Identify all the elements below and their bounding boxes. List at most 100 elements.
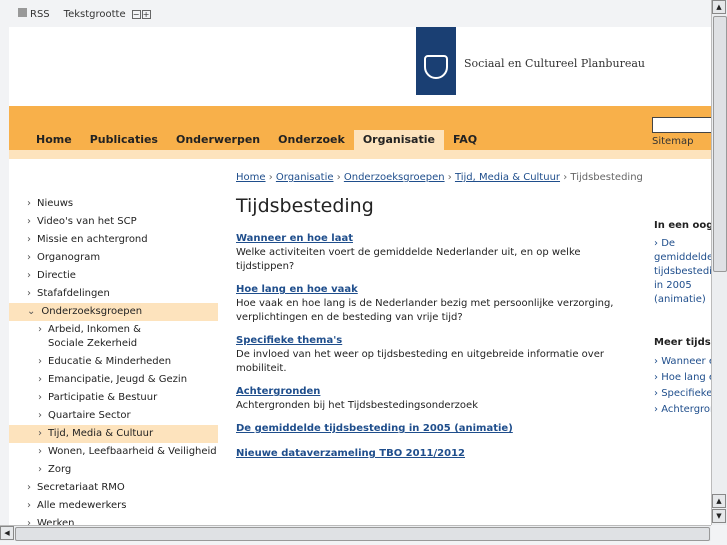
- chevron-icon: ›: [268, 172, 273, 183]
- more-links: › Wanneer en hoe laat› Hoe lang en hoe v…: [654, 354, 711, 418]
- sidebar-item-label: Arbeid, Inkomen & Sociale Zekerheid: [48, 324, 141, 349]
- section-text: Achtergronden bij het Tijdsbestedingsond…: [236, 400, 478, 411]
- section-link[interactable]: Hoe lang en hoe vaak: [236, 284, 636, 295]
- sidebar-item[interactable]: › Stafafdelingen: [9, 285, 218, 303]
- sidebar-item[interactable]: › Missie en achtergrond: [9, 231, 218, 249]
- tab-onderwerpen[interactable]: Onderwerpen: [167, 130, 269, 150]
- breadcrumb-link[interactable]: Home: [236, 172, 266, 183]
- sidebar-item[interactable]: › Organogram: [9, 249, 218, 267]
- sidebar-item-label: Quartaire Sector: [48, 410, 131, 421]
- section-link[interactable]: Wanneer en hoe laat: [236, 233, 636, 244]
- glance-heading: In een oogopslag: [654, 220, 711, 231]
- sidebar-item-label: Organogram: [37, 252, 101, 263]
- search-input[interactable]: [652, 117, 711, 133]
- more-link[interactable]: › Wanneer en hoe laat: [654, 354, 711, 370]
- rss-link[interactable]: RSS: [18, 8, 50, 20]
- more-link[interactable]: › Specifieke thema's: [654, 386, 711, 402]
- section-link[interactable]: De gemiddelde tijdsbesteding in 2005 (an…: [236, 423, 636, 434]
- more-link[interactable]: › Hoe lang en hoe vaak: [654, 370, 711, 386]
- tab-organisatie[interactable]: Organisatie: [353, 130, 444, 150]
- chevron-right-icon: ›: [27, 270, 31, 281]
- sidebar-item[interactable]: › Educatie & Minderheden: [9, 353, 218, 371]
- sidebar: › Nieuws › Video's van het SCP › Missie en ac…: [9, 195, 218, 525]
- sidebar-item-label: Directie: [37, 270, 76, 281]
- section-text: Welke activiteiten voert de gemiddelde N…: [236, 247, 581, 272]
- main-nav: Home Publicaties Onderwerpen Onderzoek Organ…: [27, 130, 486, 150]
- text-smaller-button[interactable]: −: [131, 9, 141, 19]
- chevron-right-icon: ›: [38, 374, 42, 385]
- page: Sociaal en Cultureel Planbureau Home Publ…: [9, 27, 711, 525]
- chevron-right-icon: ›: [38, 392, 42, 403]
- sidebar-item-label: Tijd, Media & Cultuur: [48, 428, 154, 439]
- tab-publicaties[interactable]: Publicaties: [81, 130, 167, 150]
- sidebar-item[interactable]: › Arbeid, Inkomen & Sociale Zekerheid: [9, 321, 218, 353]
- sidebar-item-label: Participatie & Bestuur: [48, 392, 158, 403]
- breadcrumb-link[interactable]: Onderzoeksgroepen: [344, 172, 445, 183]
- tab-home[interactable]: Home: [27, 130, 81, 150]
- chevron-right-icon: ›: [38, 410, 42, 421]
- scroll-left-button[interactable]: ◀: [0, 526, 14, 540]
- scroll-down-button[interactable]: ▼: [712, 509, 726, 523]
- chevron-down-icon: ⌄: [27, 306, 36, 317]
- chevron-right-icon: ›: [27, 482, 31, 493]
- horizontal-scroll-thumb[interactable]: [15, 527, 710, 541]
- link-label: Hoe lang en hoe vaak: [661, 372, 711, 383]
- section-link[interactable]: Nieuwe dataverzameling TBO 2011/2012: [236, 448, 636, 459]
- glance-link[interactable]: › De gemiddelde tijdsbesteding in 2005 (…: [654, 237, 711, 307]
- chevron-right-icon: ›: [27, 518, 31, 525]
- crest-icon: [424, 55, 448, 79]
- link-label: Wanneer en hoe laat: [661, 356, 711, 367]
- text-size-label: Tekstgrootte: [63, 8, 126, 20]
- scroll-up-button-2[interactable]: ▲: [712, 494, 726, 508]
- sidebar-item[interactable]: ⌄ Onderzoeksgroepen: [9, 303, 218, 321]
- chevron-right-icon: ›: [38, 428, 42, 439]
- logo[interactable]: [416, 27, 456, 95]
- sidebar-item[interactable]: › Zorg: [9, 461, 218, 479]
- sidebar-item[interactable]: › Nieuws: [9, 195, 218, 213]
- sidebar-item-label: Werken: [37, 518, 75, 525]
- chevron-right-icon: ›: [27, 216, 31, 227]
- sitemap-link[interactable]: Sitemap: [652, 136, 693, 147]
- sidebar-item[interactable]: › Secretariaat RMO: [9, 479, 218, 497]
- vertical-scroll-thumb[interactable]: [713, 16, 727, 272]
- top-toolbar: RSS Tekstgrootte − +: [18, 8, 151, 20]
- scroll-up-button[interactable]: ▲: [712, 0, 726, 14]
- link-label: Achtergronden: [661, 404, 711, 415]
- chevron-right-icon: ›: [27, 198, 31, 209]
- sidebar-item[interactable]: › Video's van het SCP: [9, 213, 218, 231]
- sidebar-item-label: Educatie & Minderheden: [48, 356, 172, 367]
- page-title: Tijdsbesteding: [236, 195, 374, 217]
- tab-onderzoek[interactable]: Onderzoek: [269, 130, 354, 150]
- sidebar-item[interactable]: › Emancipatie, Jeugd & Gezin: [9, 371, 218, 389]
- chevron-right-icon: ›: [27, 288, 31, 299]
- tab-faq[interactable]: FAQ: [444, 130, 486, 150]
- text-larger-button[interactable]: +: [141, 9, 151, 19]
- vertical-scrollbar[interactable]: ▲ ▲ ▼: [711, 0, 727, 525]
- section-link[interactable]: Specifieke thema's: [236, 335, 636, 346]
- sidebar-item[interactable]: › Wonen, Leefbaarheid & Veiligheid: [9, 443, 218, 461]
- link-label: De gemiddelde tijdsbesteding in 2005 (an…: [654, 238, 711, 305]
- breadcrumb: Home › Organisatie › Onderzoeksgroepen ›…: [236, 172, 643, 183]
- sidebar-item-label: Zorg: [48, 464, 72, 475]
- sidebar-item[interactable]: › Quartaire Sector: [9, 407, 218, 425]
- sidebar-item[interactable]: › Werken: [9, 515, 218, 525]
- breadcrumb-link[interactable]: Tijd, Media & Cultuur: [455, 172, 560, 183]
- more-link[interactable]: › Achtergronden: [654, 402, 711, 418]
- section-link[interactable]: Achtergronden: [236, 386, 636, 397]
- sidebar-item-label: Video's van het SCP: [37, 216, 137, 227]
- section-text: Hoe vaak en hoe lang is de Nederlander b…: [236, 298, 614, 323]
- sidebar-item[interactable]: › Tijd, Media & Cultuur: [9, 425, 218, 443]
- sidebar-item[interactable]: › Alle medewerkers: [9, 497, 218, 515]
- sidebar-item-label: Wonen, Leefbaarheid & Veiligheid: [48, 446, 217, 457]
- nav-underband: [9, 150, 711, 159]
- brand-name: Sociaal en Cultureel Planbureau: [464, 57, 645, 70]
- chevron-right-icon: ›: [38, 446, 42, 457]
- sidebar-item-label: Secretariaat RMO: [37, 482, 125, 493]
- breadcrumb-current: Tijdsbesteding: [570, 172, 643, 183]
- sidebar-item[interactable]: › Directie: [9, 267, 218, 285]
- breadcrumb-link[interactable]: Organisatie: [276, 172, 334, 183]
- horizontal-scrollbar[interactable]: ◀: [0, 525, 711, 541]
- sidebar-item-label: Onderzoeksgroepen: [41, 306, 143, 317]
- rss-icon: [18, 8, 27, 17]
- sidebar-item[interactable]: › Participatie & Bestuur: [9, 389, 218, 407]
